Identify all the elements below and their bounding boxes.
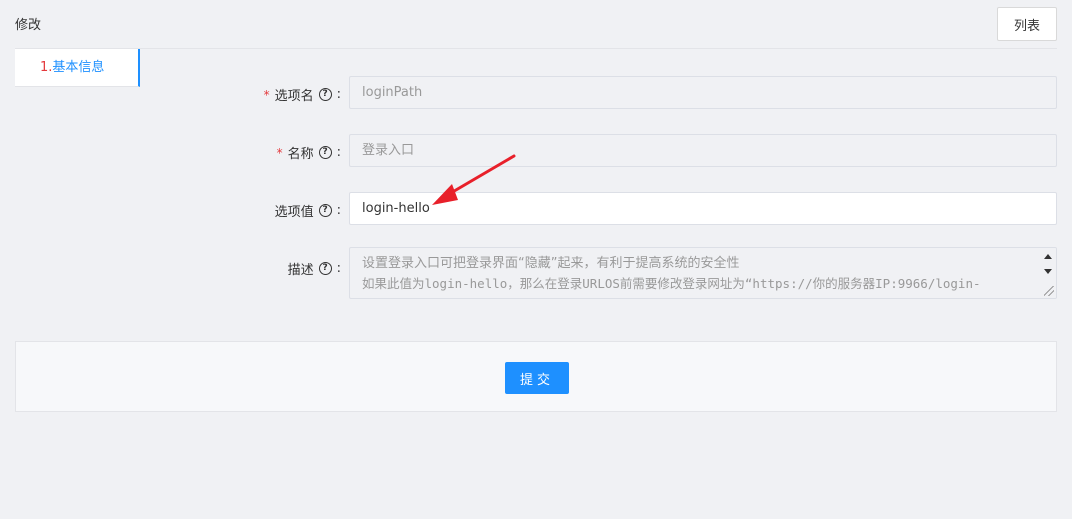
description-line-2: 如果此值为login-hello，那么在登录URLOS前需要修改登录网址为“ht…: [362, 276, 981, 291]
option-name-label: * 选项名 ? :: [264, 85, 341, 104]
submit-panel: 提交: [15, 341, 1057, 412]
display-name-label: * 名称 ? :: [277, 143, 341, 162]
step-tab-basic-info[interactable]: 1.基本信息: [15, 49, 140, 87]
option-name-input[interactable]: loginPath: [349, 76, 1057, 109]
step-label: 基本信息: [52, 60, 105, 75]
required-marker: *: [263, 87, 270, 102]
option-value-label: 选项值 ? :: [275, 201, 341, 220]
step-number: 1.: [40, 60, 53, 75]
description-line-1: 设置登录入口可把登录界面“隐藏”起来，有利于提高系统的安全性: [362, 256, 740, 271]
help-icon[interactable]: ?: [318, 88, 332, 101]
label-colon: :: [336, 203, 341, 218]
page-title: 修改: [15, 18, 42, 33]
option-value-input[interactable]: login-hello: [349, 192, 1057, 225]
scroll-up-arrow-icon[interactable]: [1044, 254, 1052, 259]
resize-grip-icon[interactable]: [1044, 286, 1054, 296]
description-label: 描述 ? :: [288, 259, 341, 278]
scroll-down-arrow-icon[interactable]: [1044, 269, 1052, 274]
help-icon[interactable]: ?: [318, 146, 332, 159]
label-colon: :: [336, 87, 341, 102]
list-button[interactable]: 列表: [997, 7, 1057, 41]
display-name-label-text: 名称: [287, 147, 314, 162]
header-divider: [15, 48, 1057, 49]
option-name-label-text: 选项名: [274, 89, 314, 104]
submit-button[interactable]: 提交: [505, 362, 569, 394]
help-icon[interactable]: ?: [318, 204, 332, 217]
description-label-text: 描述: [287, 263, 314, 278]
display-name-input[interactable]: 登录入口: [349, 134, 1057, 167]
label-colon: :: [336, 261, 341, 276]
option-value-label-text: 选项值: [274, 205, 314, 220]
label-colon: :: [336, 145, 341, 160]
required-marker: *: [276, 145, 283, 160]
description-textarea[interactable]: 设置登录入口可把登录界面“隐藏”起来，有利于提高系统的安全性 如果此值为logi…: [349, 247, 1057, 299]
help-icon[interactable]: ?: [318, 262, 332, 275]
